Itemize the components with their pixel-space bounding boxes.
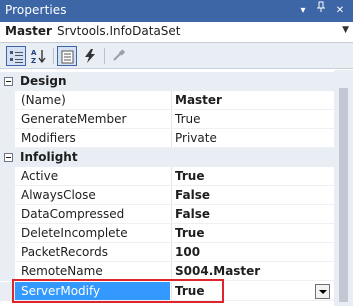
category-design[interactable]: Design <box>0 72 334 91</box>
toolbar-separator <box>104 48 105 64</box>
property-value[interactable]: True <box>171 224 334 243</box>
property-row-datacompressed[interactable]: DataCompressed False <box>0 205 334 224</box>
vertical-scrollbar[interactable] <box>334 70 353 306</box>
events-icon[interactable] <box>80 46 100 66</box>
property-value[interactable]: 100 <box>171 243 334 262</box>
properties-toolbar: A Z <box>0 43 353 69</box>
property-value[interactable]: Private <box>171 129 334 148</box>
property-value[interactable]: False <box>171 205 334 224</box>
object-selector[interactable]: Master Srvtools.InfoDataSet ▼ <box>0 22 353 43</box>
categorized-icon[interactable] <box>6 46 26 66</box>
property-name: DeleteIncomplete <box>15 224 170 243</box>
property-grid: Design (Name) Master GenerateMember True… <box>0 70 334 306</box>
property-value[interactable]: True <box>171 167 334 186</box>
value-dropdown-button[interactable] <box>315 284 330 299</box>
svg-text:Z: Z <box>31 57 36 64</box>
highlight-box <box>12 279 224 303</box>
collapse-icon[interactable] <box>4 77 13 86</box>
property-row-deleteincomplete[interactable]: DeleteIncomplete True <box>0 224 334 243</box>
svg-text:A: A <box>31 49 37 57</box>
property-row-packetrecords[interactable]: PacketRecords 100 <box>0 243 334 262</box>
object-type: Srvtools.InfoDataSet <box>57 24 181 38</box>
property-name: (Name) <box>15 91 170 110</box>
category-infolight[interactable]: Infolight <box>0 148 334 167</box>
properties-icon[interactable] <box>57 46 77 66</box>
collapse-icon[interactable] <box>4 153 13 162</box>
scrollbar-thumb[interactable] <box>339 88 348 302</box>
property-row-active[interactable]: Active True <box>0 167 334 186</box>
property-value[interactable]: False <box>171 186 334 205</box>
property-value[interactable]: True <box>171 110 334 129</box>
property-value[interactable]: Master <box>171 91 334 110</box>
category-label: Infolight <box>20 150 78 164</box>
property-pages-icon[interactable] <box>108 46 128 66</box>
alphabetical-icon[interactable]: A Z <box>29 46 49 66</box>
property-row-name[interactable]: (Name) Master <box>0 91 334 110</box>
window-title: Properties <box>5 3 67 17</box>
property-row-modifiers[interactable]: Modifiers Private <box>0 129 334 148</box>
toolbar-separator <box>53 48 54 64</box>
property-name: Modifiers <box>15 129 170 148</box>
property-row-alwaysclose[interactable]: AlwaysClose False <box>0 186 334 205</box>
close-icon[interactable]: ✕ <box>332 1 348 20</box>
property-row-generatemember[interactable]: GenerateMember True <box>0 110 334 129</box>
property-name: GenerateMember <box>15 110 170 129</box>
property-name: PacketRecords <box>15 243 170 262</box>
chevron-down-icon[interactable]: ▼ <box>342 25 349 35</box>
pin-icon[interactable] <box>313 1 329 20</box>
property-name: AlwaysClose <box>15 186 170 205</box>
property-name: DataCompressed <box>15 205 170 224</box>
properties-titlebar: Properties ▾ ✕ <box>0 0 353 22</box>
object-name: Master <box>5 24 52 38</box>
chevron-down-icon[interactable]: ▾ <box>295 1 311 20</box>
property-name: Active <box>15 167 170 186</box>
category-label: Design <box>20 74 67 88</box>
